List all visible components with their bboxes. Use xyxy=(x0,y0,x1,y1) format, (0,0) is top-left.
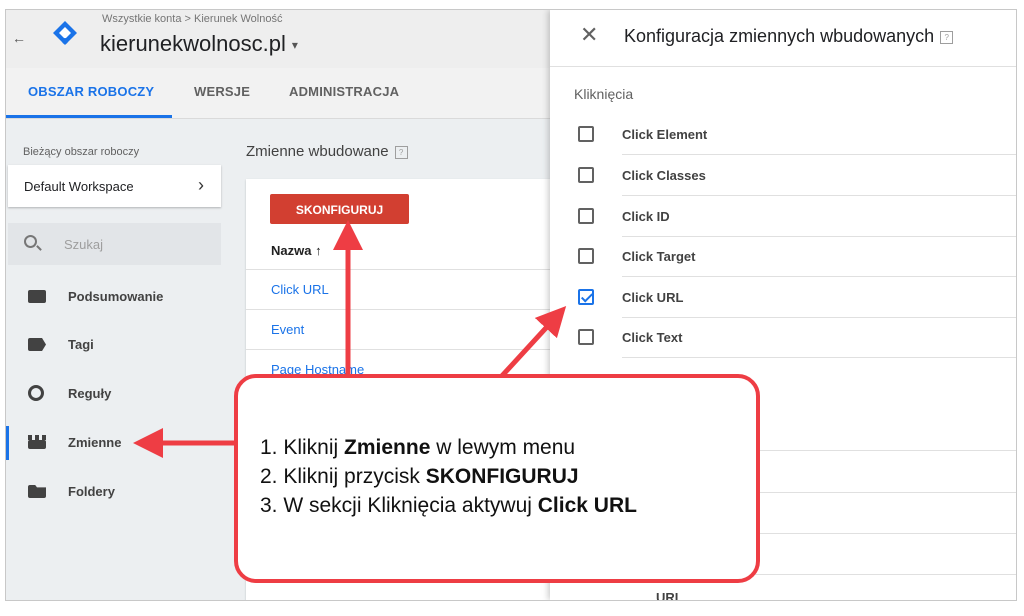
instruction-step-1: 1. Kliknij Zmienne w lewym menu xyxy=(260,436,576,459)
instruction-callout: 1. Kliknij Zmienne w lewym menu 2. Klikn… xyxy=(234,374,760,583)
instruction-step-3: 3. W sekcji Kliknięcia aktywuj Click URL xyxy=(260,494,637,517)
arrow-to-click-url-checkbox xyxy=(498,305,567,380)
instruction-list: 1. Kliknij Zmienne w lewym menu 2. Klikn… xyxy=(260,433,637,520)
instruction-step-2: 2. Kliknij przycisk SKONFIGURUJ xyxy=(260,465,579,488)
